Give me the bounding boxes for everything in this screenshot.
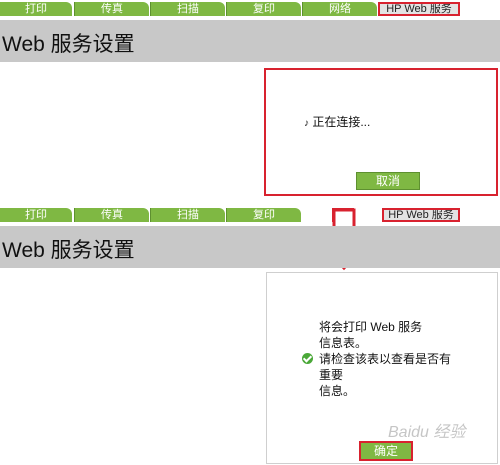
top-tab-bar: 打印 传真 扫描 复印 网络 HP Web 服务 — [0, 0, 500, 18]
tab-print[interactable]: 打印 — [0, 208, 72, 222]
connecting-status: ♪ 正在连接... — [304, 114, 370, 132]
tab-scan[interactable]: 扫描 — [150, 2, 225, 16]
tab-print[interactable]: 打印 — [0, 2, 72, 16]
tab-fax[interactable]: 传真 — [74, 2, 149, 16]
bottom-title-bar: Web 服务设置 — [0, 226, 500, 268]
message-line: 重要 — [319, 368, 344, 382]
tab-hp-web-services[interactable]: HP Web 服务 — [382, 208, 460, 222]
top-title-bar: Web 服务设置 — [0, 20, 500, 62]
loading-icon: ♪ — [304, 118, 309, 129]
tab-copy[interactable]: 复印 — [226, 2, 301, 16]
message-line: 将会打印 Web 服务 — [319, 320, 423, 334]
dialog-message: 将会打印 Web 服务 信息表。 请检查该表以查看是否有 重要 信息。 — [302, 319, 495, 399]
connecting-dialog: ♪ 正在连接... 取消 — [264, 68, 498, 196]
tab-copy[interactable]: 复印 — [226, 208, 301, 222]
tab-scan[interactable]: 扫描 — [150, 208, 225, 222]
tab-fax[interactable]: 传真 — [74, 208, 149, 222]
watermark: Baidu 经验 — [388, 424, 466, 441]
message-line: 信息。 — [319, 384, 356, 398]
tab-hp-web-services[interactable]: HP Web 服务 — [378, 2, 460, 16]
status-text: 正在连接... — [312, 115, 371, 129]
cancel-button[interactable]: 取消 — [356, 172, 420, 190]
message-line: 请检查该表以查看是否有 — [302, 351, 495, 367]
page-title: Web 服务设置 — [2, 239, 135, 262]
bottom-tab-bar: 打印 传真 扫描 复印 网络 HP Web 服务 — [0, 206, 500, 224]
ok-button[interactable]: 确定 — [359, 441, 413, 461]
tab-network[interactable]: 网络 — [302, 2, 377, 16]
page-title: Web 服务设置 — [2, 33, 135, 56]
check-circle-icon — [302, 353, 313, 364]
message-line: 信息表。 — [319, 336, 368, 350]
